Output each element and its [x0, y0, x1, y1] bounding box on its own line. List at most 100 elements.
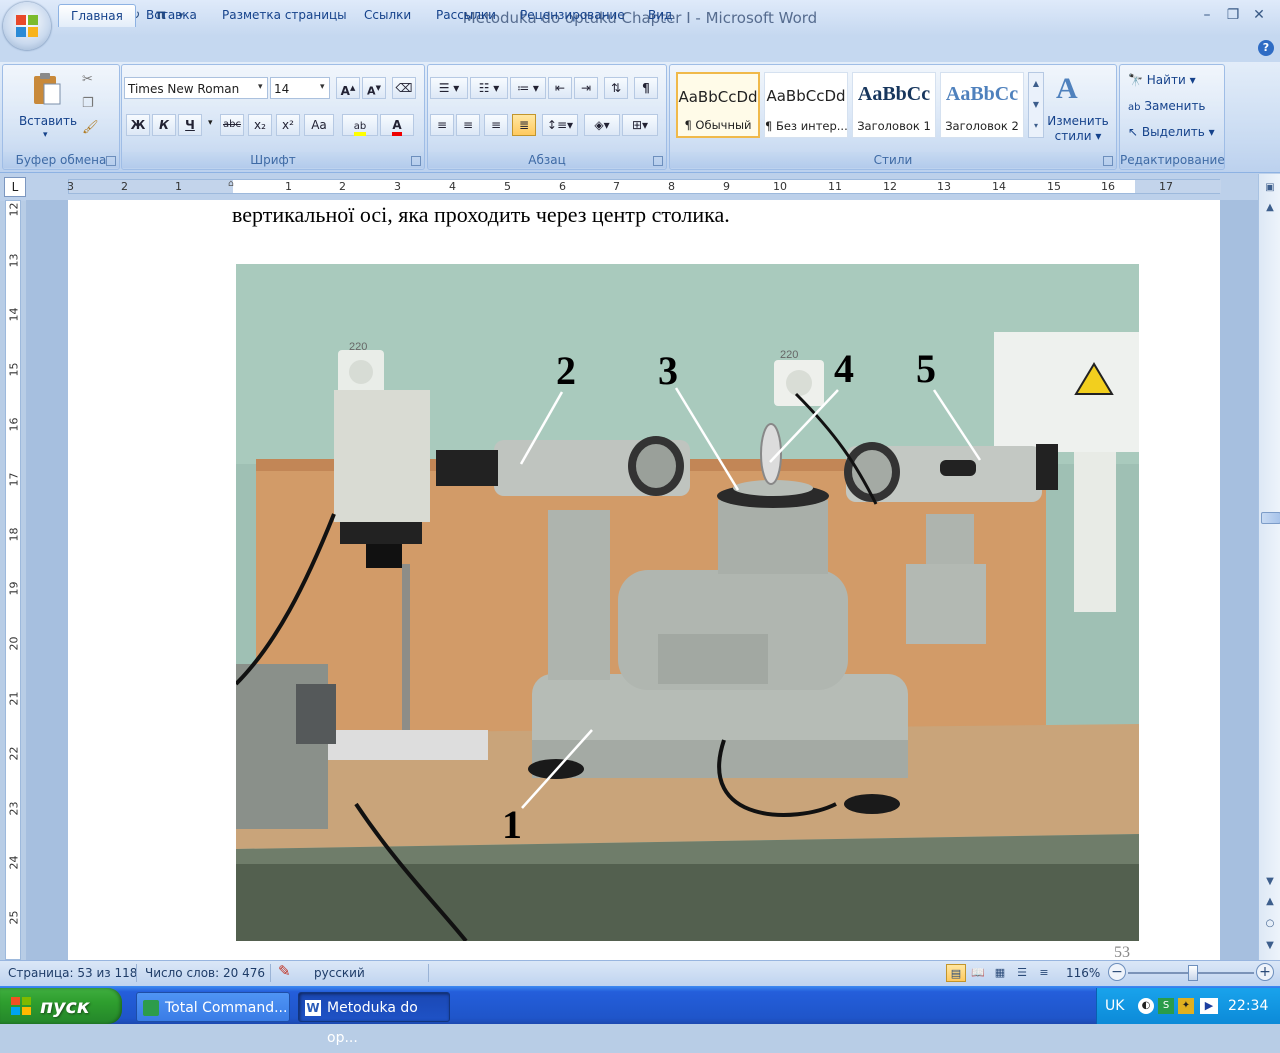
sort-icon[interactable]: ⇅ — [604, 77, 628, 99]
minimize-button[interactable]: – — [1196, 6, 1218, 24]
outline-icon[interactable]: ☰ — [1012, 964, 1032, 982]
indent-marker-icon[interactable]: ⌂ — [228, 179, 234, 189]
page-count[interactable]: Страница: 53 из 118 — [8, 966, 137, 980]
zoom-out-button[interactable]: − — [1108, 963, 1126, 981]
taskbar-item-total-commander[interactable]: Total Command... — [136, 992, 290, 1022]
restore-button[interactable]: ❐ — [1222, 6, 1244, 24]
clear-format-icon[interactable]: ⌫ — [392, 77, 416, 99]
ruler-number: 3 — [394, 180, 401, 193]
vertical-scrollbar[interactable]: ▣ ▲ ▼ ▲ ○ ▼ — [1258, 174, 1280, 960]
line-spacing-icon[interactable]: ↕≡▾ — [542, 114, 578, 136]
style-normal[interactable]: AaBbCcDd ¶ Обычный — [676, 72, 760, 138]
numbering-icon[interactable]: ☷ ▾ — [470, 77, 508, 99]
dialog-launcher-icon[interactable] — [106, 156, 116, 166]
tab-home[interactable]: Главная — [58, 4, 136, 27]
taskbar-item-word[interactable]: W Metoduka do op... — [298, 992, 450, 1046]
font-name-select[interactable]: Times New Roman — [124, 77, 268, 99]
style-heading-2[interactable]: AaBbCc Заголовок 2 — [940, 72, 1024, 138]
tab-references[interactable]: Ссылки — [352, 4, 423, 26]
highlight-button[interactable]: ab — [342, 114, 378, 136]
close-button[interactable]: ✕ — [1248, 6, 1270, 24]
align-center-icon[interactable]: ≡ — [456, 114, 480, 136]
chevron-down-icon[interactable]: ▾ — [208, 118, 213, 128]
shading-icon[interactable]: ◈▾ — [584, 114, 620, 136]
word-count[interactable]: Число слов: 20 476 — [145, 966, 265, 980]
change-case-button[interactable]: Aa — [304, 114, 334, 136]
web-layout-icon[interactable]: ▦ — [990, 964, 1010, 982]
ruler-number: 2 — [121, 180, 128, 193]
previous-page-icon[interactable]: ▲ — [1261, 894, 1279, 910]
tray-icon[interactable]: ◐ — [1138, 998, 1154, 1014]
shrink-font-button[interactable]: A▼ — [362, 77, 386, 99]
help-icon[interactable]: ? — [1258, 40, 1274, 56]
font-color-button[interactable]: A — [380, 114, 414, 136]
browse-object-icon[interactable]: ○ — [1261, 916, 1279, 932]
chevron-down-icon[interactable]: ▾ — [320, 82, 325, 92]
zoom-slider-thumb[interactable] — [1188, 965, 1198, 981]
tray-icon[interactable]: ✦ — [1178, 998, 1194, 1014]
full-screen-reading-icon[interactable]: 📖 — [968, 964, 988, 982]
tab-mailings[interactable]: Рассылки — [424, 4, 508, 26]
play-icon[interactable]: ▶ — [1200, 998, 1218, 1014]
zoom-in-button[interactable]: + — [1256, 963, 1274, 981]
vertical-ruler[interactable]: 12 13 14 15 16 17 18 19 20 21 22 23 24 2… — [5, 200, 21, 960]
increase-indent-icon[interactable]: ⇥ — [574, 77, 598, 99]
ruler-number: 17 — [1159, 180, 1173, 193]
tab-insert[interactable]: Вставка — [134, 4, 209, 26]
copy-icon[interactable]: ❐ — [82, 96, 94, 111]
strikethrough-button[interactable]: abc — [220, 114, 244, 136]
align-left-icon[interactable]: ≡ — [430, 114, 454, 136]
spectroscope-photo[interactable]: 220 220 1 2 3 4 5 — [236, 264, 1139, 941]
binoculars-icon: 🔭 — [1128, 73, 1143, 87]
scroll-up-button[interactable]: ▲ — [1261, 200, 1279, 216]
grow-font-button[interactable]: A▲ — [336, 77, 360, 99]
zoom-level[interactable]: 116% — [1066, 966, 1100, 980]
spelling-check-icon[interactable]: ✎ — [278, 962, 291, 980]
language-indicator[interactable]: русский — [314, 966, 365, 980]
scroll-thumb[interactable] — [1261, 512, 1280, 524]
superscript-button[interactable]: x² — [276, 114, 300, 136]
dialog-launcher-icon[interactable] — [653, 156, 663, 166]
scroll-down-button[interactable]: ▼ — [1261, 874, 1279, 890]
decrease-indent-icon[interactable]: ⇤ — [548, 77, 572, 99]
language-bar[interactable]: UK — [1105, 998, 1124, 1014]
style-heading-1[interactable]: AaBbCc Заголовок 1 — [852, 72, 936, 138]
office-button[interactable] — [3, 2, 51, 50]
change-styles-icon[interactable]: A — [1056, 72, 1078, 106]
tab-page-layout[interactable]: Разметка страницы — [210, 4, 359, 26]
bullets-icon[interactable]: ☰ ▾ — [430, 77, 468, 99]
pilcrow-icon[interactable]: ¶ — [634, 77, 658, 99]
tray-icon[interactable]: S — [1158, 998, 1174, 1014]
tab-view[interactable]: Вид — [636, 4, 684, 26]
print-layout-icon[interactable]: ▤ — [946, 964, 966, 982]
find-button[interactable]: 🔭 Найти ▾ — [1128, 70, 1196, 90]
draft-icon[interactable]: ≡ — [1034, 964, 1054, 982]
select-button[interactable]: ↖ Выделить ▾ — [1128, 122, 1215, 142]
replace-button[interactable]: ab Заменить — [1128, 96, 1206, 116]
borders-icon[interactable]: ⊞▾ — [622, 114, 658, 136]
tab-selector-button[interactable]: L — [4, 177, 26, 197]
change-styles-button[interactable]: Изменить стили ▾ — [1046, 114, 1110, 144]
cut-icon[interactable]: ✂ — [82, 72, 93, 87]
align-right-icon[interactable]: ≡ — [484, 114, 508, 136]
multilevel-list-icon[interactable]: ≔ ▾ — [510, 77, 546, 99]
ruler-number: 11 — [828, 180, 842, 193]
styles-scroll[interactable]: ▲ ▼ ▾ — [1028, 72, 1044, 138]
justify-icon[interactable]: ≣ — [512, 114, 536, 136]
paste-label: Вставить — [18, 114, 78, 128]
paste-button[interactable]: Вставить ▾ — [18, 70, 77, 140]
document-paragraph[interactable]: вертикальної осі, яка проходить через це… — [232, 202, 730, 228]
horizontal-ruler[interactable]: 3 2 1 ⌂ 1 2 3 4 5 6 7 8 9 10 11 12 13 14… — [67, 179, 1221, 194]
dialog-launcher-icon[interactable] — [411, 156, 421, 166]
underline-button[interactable]: Ч — [178, 114, 202, 136]
ruler-toggle-icon[interactable]: ▣ — [1261, 180, 1279, 196]
chevron-down-icon[interactable]: ▾ — [258, 82, 263, 92]
next-page-icon[interactable]: ▼ — [1261, 938, 1279, 954]
tab-review[interactable]: Рецензирование — [508, 4, 637, 26]
format-painter-icon[interactable]: 🖌 — [82, 120, 99, 135]
dialog-launcher-icon[interactable] — [1103, 156, 1113, 166]
style-no-spacing[interactable]: AaBbCcDd ¶ Без интер... — [764, 72, 848, 138]
subscript-button[interactable]: x₂ — [248, 114, 272, 136]
italic-button[interactable]: К — [152, 114, 176, 136]
bold-button[interactable]: Ж — [126, 114, 150, 136]
